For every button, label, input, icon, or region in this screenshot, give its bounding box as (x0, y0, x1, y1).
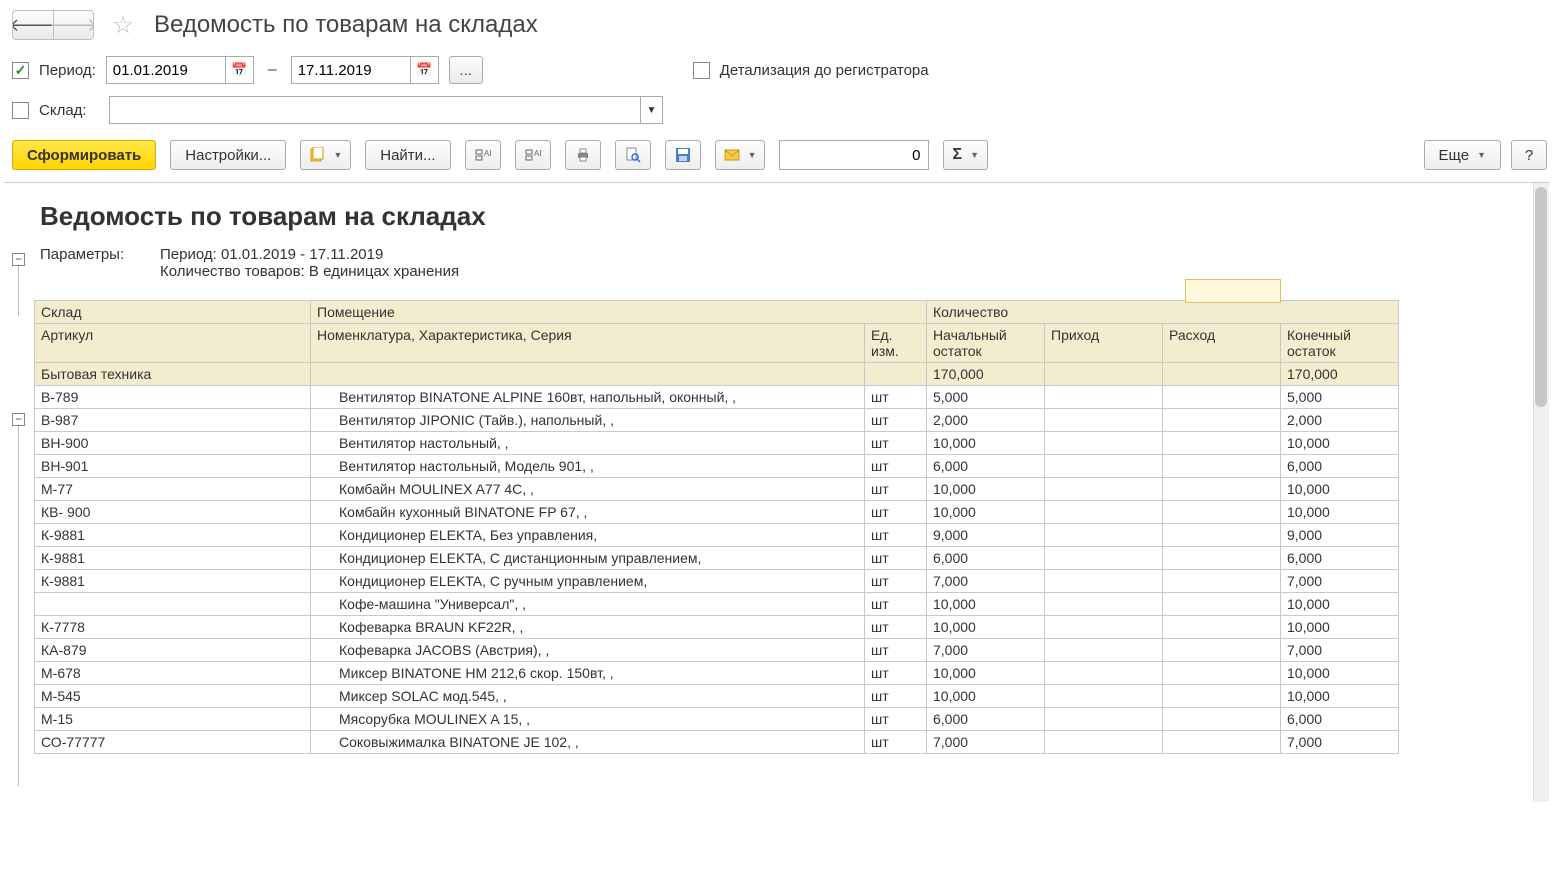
table-row[interactable]: ВН-900Вентилятор настольный, ,шт10,00010… (35, 432, 1399, 455)
table-row[interactable]: М-15Мясорубка MOULINEX A 15, ,шт6,0006,0… (35, 708, 1399, 731)
calendar-icon[interactable]: 📅 (410, 57, 438, 83)
scrollbar-thumb[interactable] (1535, 187, 1547, 407)
table-row[interactable]: В-789Вентилятор BINATONE ALPINE 160вт, н… (35, 386, 1399, 409)
table-row[interactable]: ВН-901Вентилятор настольный, Модель 901,… (35, 455, 1399, 478)
warehouse-checkbox[interactable] (12, 102, 29, 119)
table-row[interactable]: М-77Комбайн MOULINEX A77 4C, ,шт10,00010… (35, 478, 1399, 501)
forward-button[interactable]: 🡒 (53, 11, 93, 39)
col-room[interactable]: Помещение (311, 301, 927, 324)
titlebar: 🡐 🡒 ☆ Ведомость по товарам на складах (0, 0, 1559, 46)
tree-gutter: − − (4, 183, 34, 802)
col-article[interactable]: Артикул (35, 324, 311, 363)
favorite-star-icon[interactable]: ☆ (110, 12, 136, 38)
table-row[interactable]: К-9881Кондиционер ELEKTA, С дистанционны… (35, 547, 1399, 570)
period-choice-button[interactable]: ... (449, 56, 483, 84)
selected-cell[interactable] (1185, 279, 1281, 303)
warehouse-label: Склад: (39, 102, 99, 119)
nav-buttons: 🡐 🡒 (12, 10, 94, 40)
toolbar: Сформировать Настройки... ▼ Найти... ABC… (0, 134, 1559, 182)
date-from-input[interactable] (107, 57, 225, 83)
svg-text:ABC: ABC (484, 149, 491, 158)
email-button[interactable]: ▼ (715, 140, 766, 170)
table-row[interactable]: К-9881Кондиционер ELEKTA, С ручным управ… (35, 570, 1399, 593)
col-unit[interactable]: Ед. изм. (865, 324, 927, 363)
find-button[interactable]: Найти... (365, 140, 450, 170)
col-income[interactable]: Приход (1045, 324, 1163, 363)
param-qty: Количество товаров: В единицах хранения (160, 263, 459, 280)
table-row[interactable]: К-9881Кондиционер ELEKTA, Без управления… (35, 524, 1399, 547)
table-row[interactable]: Кофе-машина "Универсал", ,шт10,00010,000 (35, 593, 1399, 616)
variant-button[interactable]: ▼ (300, 140, 351, 170)
sum-field[interactable] (779, 140, 929, 170)
table-row[interactable]: КА-879Кофеварка JACOBS (Австрия), ,шт7,0… (35, 639, 1399, 662)
date-to-input[interactable] (292, 57, 410, 83)
page-title: Ведомость по товарам на складах (154, 11, 538, 39)
table-row[interactable]: М-678Миксер BINATONE HM 212,6 скор. 150в… (35, 662, 1399, 685)
back-button[interactable]: 🡐 (13, 11, 53, 39)
date-to-field: 📅 (291, 56, 439, 84)
table-row[interactable]: СО-77777Соковыжималка BINATONE JE 102, ,… (35, 731, 1399, 754)
table-row[interactable]: М-545Миксер SOLAC мод.545, ,шт10,00010,0… (35, 685, 1399, 708)
generate-button[interactable]: Сформировать (12, 140, 156, 170)
group-row[interactable]: Бытовая техника170,000170,000 (35, 363, 1399, 386)
preview-button[interactable] (615, 140, 651, 170)
report-area: − − Ведомость по товарам на складах Пара… (4, 182, 1549, 802)
col-qty[interactable]: Количество (927, 301, 1399, 324)
expand-groups-button[interactable]: ABC (515, 140, 551, 170)
col-start[interactable]: Начальный остаток (927, 324, 1045, 363)
collapse-groups-button[interactable]: ABC (465, 140, 501, 170)
warehouse-input[interactable] (110, 97, 640, 123)
period-checkbox[interactable] (12, 62, 29, 79)
date-from-field: 📅 (106, 56, 254, 84)
report-table: Склад Помещение Количество Артикул Номен… (34, 300, 1399, 754)
warehouse-combo: ▼ (109, 96, 663, 124)
params-label: Параметры: (40, 246, 140, 280)
param-period: Период: 01.01.2019 - 17.11.2019 (160, 246, 459, 263)
scrollbar-track[interactable] (1533, 183, 1549, 802)
svg-text:ABC: ABC (534, 149, 541, 158)
settings-button[interactable]: Настройки... (170, 140, 286, 170)
col-warehouse[interactable]: Склад (35, 301, 311, 324)
chevron-down-icon[interactable]: ▼ (640, 97, 662, 123)
period-label: Период: (39, 62, 96, 79)
col-expense[interactable]: Расход (1163, 324, 1281, 363)
calendar-icon[interactable]: 📅 (225, 57, 253, 83)
filter-row-period: Период: 📅 – 📅 ... Детализация до регистр… (0, 46, 1559, 90)
filter-row-warehouse: Склад: ▼ (0, 90, 1559, 134)
help-button[interactable]: ? (1511, 140, 1547, 170)
table-row[interactable]: К-7778Кофеварка BRAUN KF22R, ,шт10,00010… (35, 616, 1399, 639)
report-params: Параметры: Период: 01.01.2019 - 17.11.20… (34, 240, 1531, 286)
print-button[interactable] (565, 140, 601, 170)
report-scroll[interactable]: Ведомость по товарам на складах Параметр… (34, 183, 1531, 802)
more-button[interactable]: Еще ▼ (1424, 140, 1501, 170)
tree-collapse-handle[interactable]: − (12, 413, 25, 426)
report-title: Ведомость по товарам на складах (34, 183, 1531, 240)
col-nomen[interactable]: Номенклатура, Характеристика, Серия (311, 324, 865, 363)
col-end[interactable]: Конечный остаток (1281, 324, 1399, 363)
save-button[interactable] (665, 140, 701, 170)
detail-group: Детализация до регистратора (693, 62, 929, 79)
sigma-button[interactable]: Σ ▼ (943, 140, 988, 170)
table-row[interactable]: В-987Вентилятор JIPONIC (Тайв.), напольн… (35, 409, 1399, 432)
tree-collapse-handle[interactable]: − (12, 253, 25, 266)
detail-label: Детализация до регистратора (720, 62, 929, 79)
detail-checkbox[interactable] (693, 62, 710, 79)
table-row[interactable]: КВ- 900Комбайн кухонный BINATONE FP 67, … (35, 501, 1399, 524)
